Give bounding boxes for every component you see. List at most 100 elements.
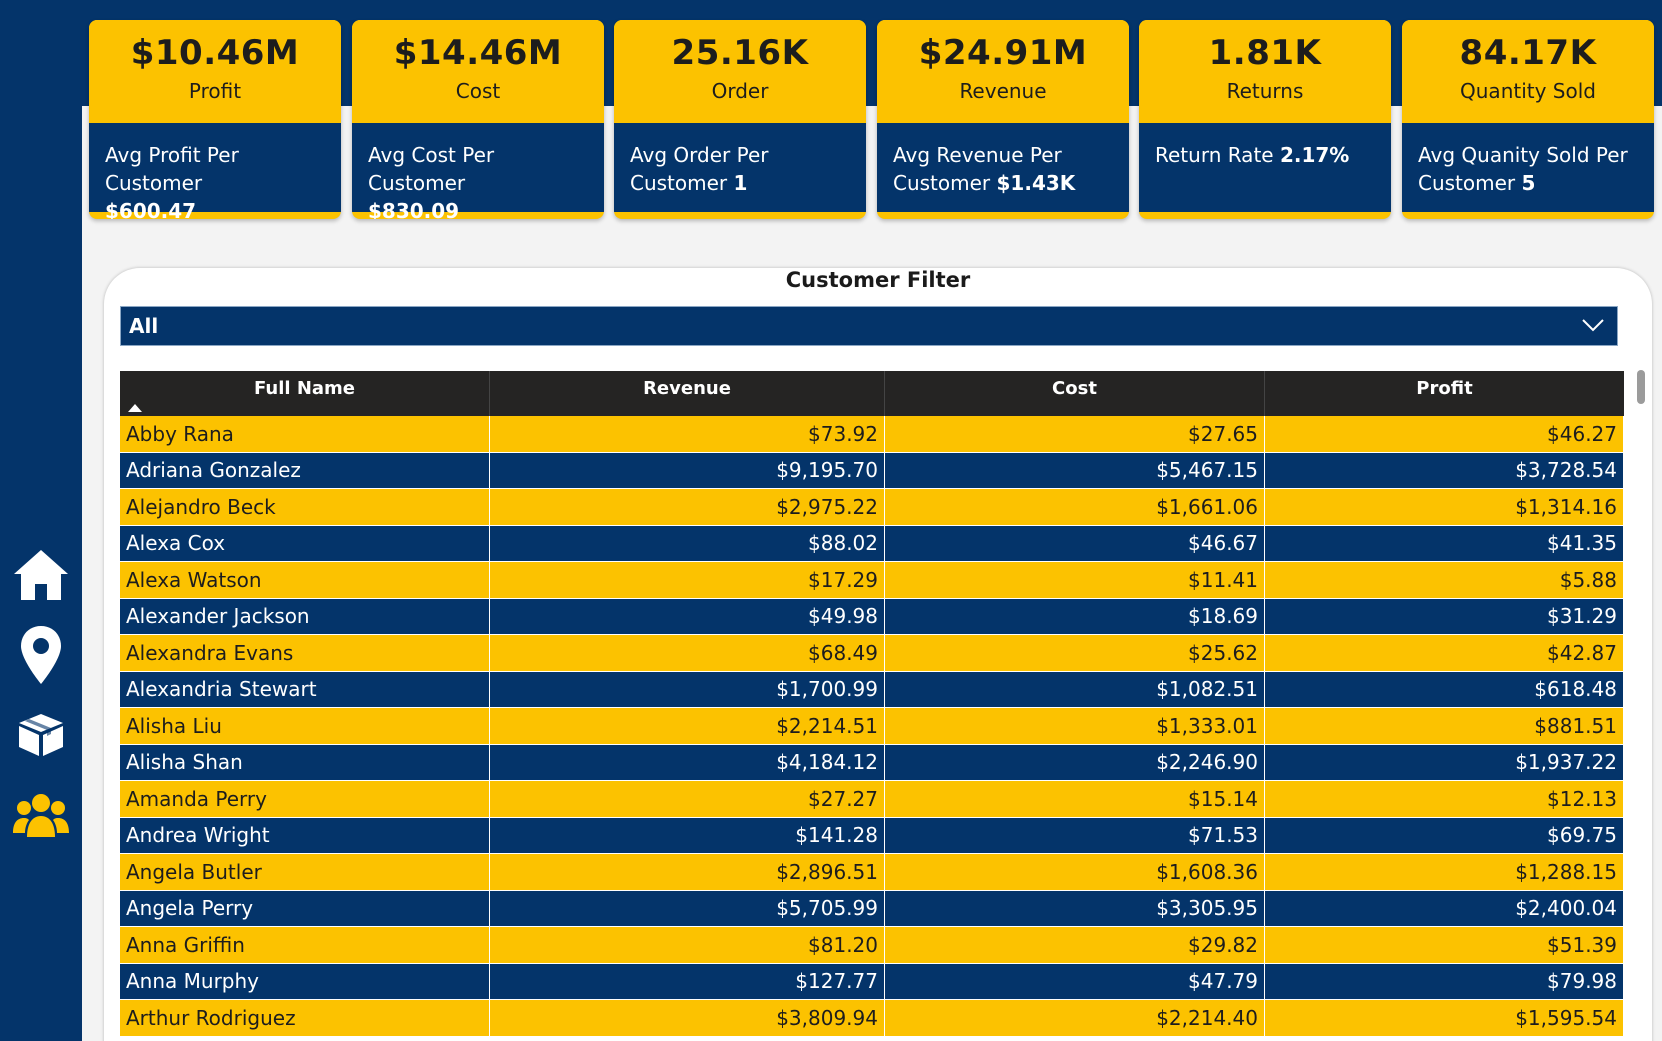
kpi-card-cost: $14.46M Cost Avg Cost Per Customer $830.… [352,20,604,219]
table-header: Full Name Revenue Cost Profit [120,371,1624,416]
cell-full-name: Alexa Watson [120,562,490,598]
location-pin-icon[interactable] [11,625,71,685]
cell-cost: $11.41 [885,562,1265,598]
cell-profit: $5.88 [1265,562,1624,598]
kpi-subtext: Return Rate 2.17% [1139,123,1391,212]
kpi-subtext: Avg Profit Per Customer $600.47 [89,123,341,219]
cell-cost: $18.69 [885,598,1265,634]
column-header-revenue[interactable]: Revenue [490,371,885,416]
cell-profit: $618.48 [1265,671,1624,707]
kpi-sub-label: Return Rate [1155,143,1274,167]
cell-cost: $15.14 [885,781,1265,817]
cell-cost: $1,661.06 [885,489,1265,525]
table-row[interactable]: Amanda Perry $27.27 $15.14 $12.13 [120,781,1624,818]
cell-full-name: Adriana Gonzalez [120,452,490,488]
kpi-value: 25.16K [671,33,809,73]
column-header-label: Profit [1416,378,1473,399]
cell-profit: $3,728.54 [1265,452,1624,488]
cell-profit: $31.29 [1265,598,1624,634]
kpi-sub-value: 1 [733,171,748,195]
table-row[interactable]: Anna Murphy $127.77 $47.79 $79.98 [120,963,1624,1000]
cell-profit: $51.39 [1265,927,1624,963]
cell-revenue: $141.28 [490,817,885,853]
table-row[interactable]: Alisha Liu $2,214.51 $1,333.01 $881.51 [120,708,1624,745]
cell-cost: $25.62 [885,635,1265,671]
kpi-sub-label: Avg Cost Per Customer [368,143,495,195]
cell-revenue: $88.02 [490,525,885,561]
column-header-label: Cost [1052,378,1097,399]
cell-full-name: Alexa Cox [120,525,490,561]
cell-profit: $1,314.16 [1265,489,1624,525]
column-header-full-name[interactable]: Full Name [120,371,490,416]
column-header-cost[interactable]: Cost [885,371,1265,416]
kpi-card-quantity-sold: 84.17K Quantity Sold Avg Quanity Sold Pe… [1402,20,1654,219]
cell-cost: $5,467.15 [885,452,1265,488]
kpi-label: Profit [188,79,242,103]
cell-profit: $2,400.04 [1265,890,1624,926]
table-row[interactable]: Arthur Rodriguez $3,809.94 $2,214.40 $1,595… [120,1000,1624,1037]
cell-full-name: Alejandro Beck [120,489,490,525]
table-row[interactable]: Angela Perry $5,705.99 $3,305.95 $2,400.04 [120,890,1624,927]
table-row[interactable]: Alexandria Stewart $1,700.99 $1,082.51 $618… [120,671,1624,708]
kpi-value: 84.17K [1459,33,1597,73]
table-row[interactable]: Alejandro Beck $2,975.22 $1,661.06 $1,314.1… [120,489,1624,526]
cell-full-name: Anna Griffin [120,927,490,963]
chevron-down-icon [1581,317,1605,336]
cell-revenue: $127.77 [490,963,885,999]
cell-full-name: Alexander Jackson [120,598,490,634]
table-row[interactable]: Angela Butler $2,896.51 $1,608.36 $1,288.15 [120,854,1624,891]
table-row[interactable]: Adriana Gonzalez $9,195.70 $5,467.15 $3,728… [120,452,1624,489]
kpi-label: Revenue [959,79,1047,103]
cell-profit: $881.51 [1265,708,1624,744]
table-row[interactable]: Andrea Wright $141.28 $71.53 $69.75 [120,817,1624,854]
cell-cost: $1,082.51 [885,671,1265,707]
cell-profit: $46.27 [1265,416,1624,452]
cell-full-name: Amanda Perry [120,781,490,817]
cell-revenue: $81.20 [490,927,885,963]
cell-cost: $1,333.01 [885,708,1265,744]
table-row[interactable]: Alexa Watson $17.29 $11.41 $5.88 [120,562,1624,599]
cell-revenue: $2,975.22 [490,489,885,525]
kpi-label: Returns [1226,79,1304,103]
cell-cost: $1,608.36 [885,854,1265,890]
table-row[interactable]: Alisha Shan $4,184.12 $2,246.90 $1,937.22 [120,744,1624,781]
kpi-sub-label: Avg Profit Per Customer [105,143,239,195]
table-body: Abby Rana $73.92 $27.65 $46.27 Adriana Gonza… [120,416,1624,1037]
nav-rail [0,0,82,1041]
kpi-subtext: Avg Cost Per Customer $830.09 [352,123,604,219]
kpi-label: Quantity Sold [1460,79,1596,103]
cell-profit: $12.13 [1265,781,1624,817]
cell-profit: $69.75 [1265,817,1624,853]
cell-full-name: Alexandra Evans [120,635,490,671]
table-row[interactable]: Abby Rana $73.92 $27.65 $46.27 [120,416,1624,453]
people-icon[interactable] [11,785,71,845]
cell-revenue: $4,184.12 [490,744,885,780]
cell-profit: $42.87 [1265,635,1624,671]
cell-full-name: Angela Perry [120,890,490,926]
cell-revenue: $2,896.51 [490,854,885,890]
table-scrollbar[interactable] [1637,370,1645,404]
cell-cost: $46.67 [885,525,1265,561]
column-header-profit[interactable]: Profit [1265,371,1624,416]
table-row[interactable]: Alexandra Evans $68.49 $25.62 $42.87 [120,635,1624,672]
kpi-subtext: Avg Order Per Customer 1 [614,123,866,212]
table-row[interactable]: Alexander Jackson $49.98 $18.69 $31.29 [120,598,1624,635]
kpi-card-returns: 1.81K Returns Return Rate 2.17% [1139,20,1391,219]
table-row[interactable]: Alexa Cox $88.02 $46.67 $41.35 [120,525,1624,562]
cell-profit: $1,288.15 [1265,854,1624,890]
cell-full-name: Alexandria Stewart [120,671,490,707]
cell-profit: $1,937.22 [1265,744,1624,780]
kpi-label: Cost [455,79,501,103]
table-row[interactable]: Anna Griffin $81.20 $29.82 $51.39 [120,927,1624,964]
cell-cost: $71.53 [885,817,1265,853]
box-icon[interactable] [11,705,71,765]
cell-cost: $3,305.95 [885,890,1265,926]
cell-full-name: Abby Rana [120,416,490,452]
customer-filter-dropdown[interactable]: All [120,306,1618,346]
cell-profit: $79.98 [1265,963,1624,999]
kpi-sub-value: $600.47 [105,199,197,219]
filter-selected-value: All [129,314,159,338]
home-icon[interactable] [11,545,71,605]
cell-revenue: $9,195.70 [490,452,885,488]
cell-full-name: Arthur Rodriguez [120,1000,490,1036]
